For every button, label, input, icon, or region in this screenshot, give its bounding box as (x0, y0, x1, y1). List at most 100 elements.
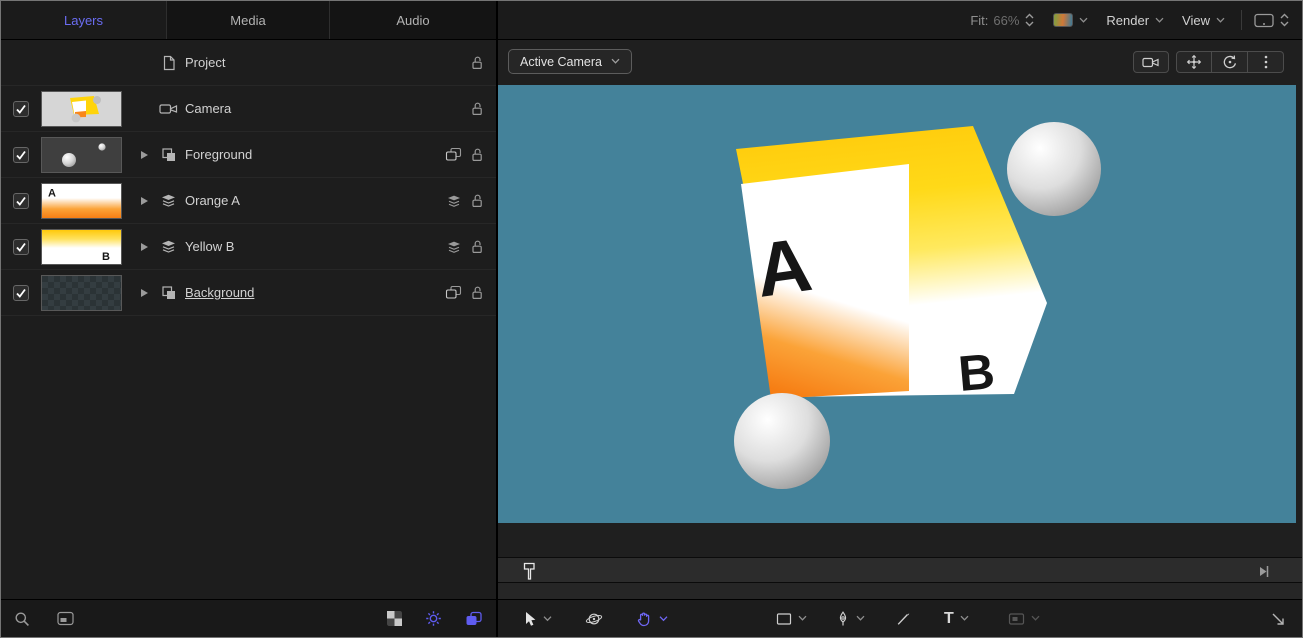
text-tool[interactable]: T (944, 611, 969, 627)
camera-icon (159, 102, 178, 116)
sphere-top[interactable] (1007, 122, 1101, 216)
view-options-button[interactable] (1248, 51, 1284, 73)
move-arrows-icon (1186, 54, 1202, 70)
lock-icon[interactable] (471, 55, 484, 70)
video-camera-icon (1142, 56, 1160, 69)
search-icon[interactable] (14, 611, 30, 627)
media-clip-icon[interactable] (445, 147, 462, 162)
layer-visibility-checkbox[interactable] (13, 285, 29, 301)
layer-icon (160, 193, 177, 208)
canvas-viewport[interactable]: B A (498, 85, 1296, 523)
layer-thumbnail: B (41, 229, 122, 265)
scene-camera-button[interactable] (1133, 51, 1169, 73)
checkmark-icon (15, 103, 27, 115)
layer-row-background[interactable]: Background (1, 270, 496, 316)
tab-audio[interactable]: Audio (329, 1, 496, 39)
lock-icon[interactable] (471, 193, 484, 208)
layer-row-foreground[interactable]: Foreground (1, 132, 496, 178)
blend-mode-icon[interactable] (446, 240, 462, 254)
lock-icon[interactable] (471, 285, 484, 300)
chevron-down-icon (1155, 17, 1164, 24)
hand-icon (636, 610, 653, 627)
shape-rectangle-tool[interactable] (776, 612, 807, 626)
layer-visibility-checkbox[interactable] (13, 239, 29, 255)
disclosure-triangle[interactable] (141, 243, 148, 251)
layer-visibility-checkbox[interactable] (13, 101, 29, 117)
layer-row-orange-a[interactable]: A Orange A (1, 178, 496, 224)
motion-window: Layers Media Audio Project (0, 0, 1303, 638)
canvas-area[interactable]: B A (498, 85, 1302, 523)
checkmark-icon (15, 149, 27, 161)
zoom-control[interactable]: Fit: 66% (970, 12, 1035, 28)
pan-hand-tool[interactable] (636, 610, 668, 627)
display-icon (1254, 13, 1274, 28)
transparency-checker-icon[interactable] (387, 611, 402, 626)
zoom-value: 66% (993, 13, 1019, 28)
paint-stroke-tool[interactable] (896, 611, 911, 626)
fit-label: Fit: (970, 13, 988, 28)
chevron-down-icon (798, 615, 807, 622)
group-icon (161, 285, 177, 301)
disclosure-triangle[interactable] (141, 151, 148, 159)
letter-a[interactable]: A (751, 222, 817, 314)
lock-icon[interactable] (471, 239, 484, 254)
camera-select-button[interactable]: Active Camera (508, 49, 632, 74)
render-menu[interactable]: Render (1106, 13, 1164, 28)
tab-layers-label: Layers (64, 13, 103, 28)
letter-b[interactable]: B (956, 343, 997, 402)
mini-timeline[interactable] (498, 557, 1302, 583)
chevron-down-icon (960, 615, 969, 622)
checkmark-icon (15, 241, 27, 253)
document-icon (162, 55, 176, 71)
panel-tab-bar: Layers Media Audio (1, 1, 496, 40)
layer-row-camera[interactable]: Camera (1, 86, 496, 132)
tab-layers[interactable]: Layers (1, 1, 166, 39)
layer-row-yellow-b[interactable]: B Yellow B (1, 224, 496, 270)
layer-visibility-checkbox[interactable] (13, 193, 29, 209)
group-icon (161, 147, 177, 163)
lock-icon[interactable] (471, 101, 484, 116)
layer-label: Background (185, 285, 254, 300)
layer-visibility-checkbox[interactable] (13, 147, 29, 163)
chevron-down-icon (1216, 17, 1225, 24)
layer-label: Orange A (185, 193, 240, 208)
fit-view-icon[interactable] (57, 611, 74, 626)
color-well[interactable] (1053, 13, 1088, 27)
show-layers-icon[interactable] (465, 611, 483, 627)
canvas-tools-toolbar: T (498, 600, 1302, 637)
play-range-out-marker[interactable] (1258, 565, 1270, 578)
display-select-control[interactable] (1254, 12, 1290, 28)
canvas-panel: Fit: 66% Render View (498, 1, 1302, 637)
canvas-header: Active Camera (498, 40, 1302, 85)
play-range-in-marker[interactable] (523, 562, 536, 581)
chevron-down-icon (1031, 615, 1040, 622)
pan-view-button[interactable] (1176, 51, 1212, 73)
chevron-down-icon (543, 615, 552, 622)
gear-icon[interactable] (425, 610, 442, 627)
view-menu-label: View (1182, 13, 1210, 28)
timeline-scrollbar[interactable] (498, 583, 1302, 600)
select-tool[interactable] (522, 610, 552, 627)
media-clip-icon[interactable] (445, 285, 462, 300)
expand-timeline-button[interactable] (1270, 611, 1286, 627)
orbit-view-button[interactable] (1212, 51, 1248, 73)
bezier-pen-tool[interactable] (836, 611, 865, 627)
lock-icon[interactable] (471, 147, 484, 162)
layer-row-project[interactable]: Project (1, 40, 496, 86)
mask-tool-disabled[interactable] (1008, 612, 1040, 626)
color-well-swatch (1053, 13, 1073, 27)
toolbar-divider (1241, 10, 1242, 30)
chevron-down-icon (611, 58, 620, 65)
disclosure-triangle[interactable] (141, 289, 148, 297)
sphere-bottom[interactable] (734, 393, 830, 489)
stepper-icon[interactable] (1024, 12, 1035, 28)
camera-view-controls (1133, 51, 1284, 73)
transform-3d-tool[interactable] (584, 611, 604, 627)
disclosure-triangle[interactable] (141, 197, 148, 205)
view-menu[interactable]: View (1182, 13, 1225, 28)
layer-label: Foreground (185, 147, 252, 162)
blend-mode-icon[interactable] (446, 194, 462, 208)
layer-icon (160, 239, 177, 254)
chevron-down-icon (659, 615, 668, 622)
tab-media[interactable]: Media (166, 1, 329, 39)
